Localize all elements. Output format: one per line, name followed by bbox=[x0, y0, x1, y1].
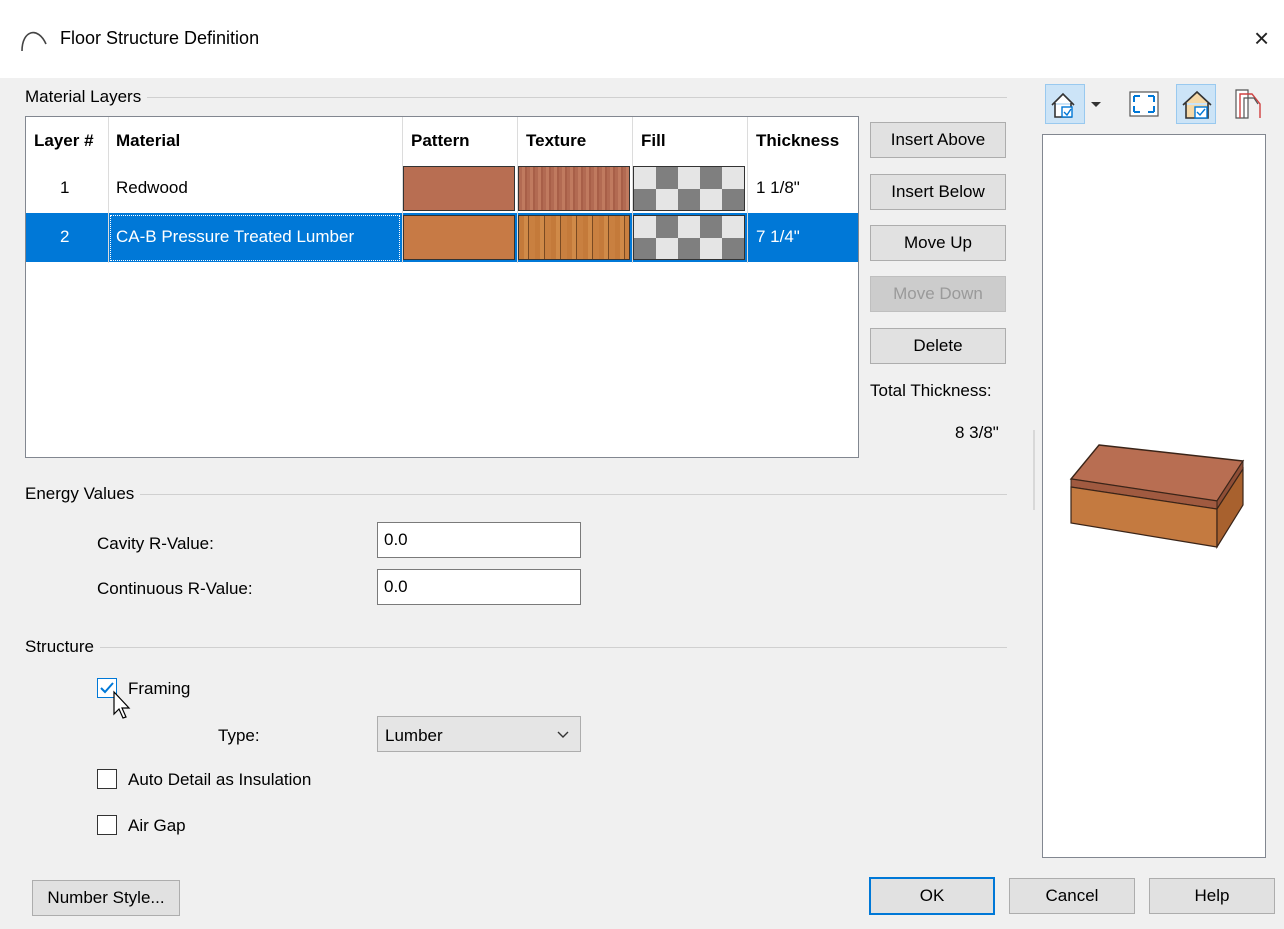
pattern-swatch[interactable] bbox=[403, 166, 515, 211]
layer-thickness: 1 1/8" bbox=[756, 178, 800, 197]
column-divider bbox=[632, 117, 633, 263]
layers-icon bbox=[1235, 89, 1261, 119]
arch-app-icon bbox=[21, 31, 47, 52]
pattern-swatch[interactable] bbox=[403, 215, 515, 260]
column-divider bbox=[517, 117, 518, 263]
col-header-texture[interactable]: Texture bbox=[526, 131, 586, 151]
col-header-fill[interactable]: Fill bbox=[641, 131, 666, 151]
number-style-button[interactable]: Number Style... bbox=[32, 880, 180, 916]
total-thickness-label: Total Thickness: bbox=[870, 381, 992, 400]
show-materials-icon bbox=[1182, 90, 1212, 119]
splitter-handle[interactable] bbox=[1033, 430, 1035, 510]
group-label-structure: Structure bbox=[25, 637, 100, 657]
fill-swatch[interactable] bbox=[633, 166, 745, 211]
group-divider bbox=[30, 647, 1007, 648]
col-header-pattern[interactable]: Pattern bbox=[411, 131, 470, 151]
group-divider bbox=[30, 97, 1007, 98]
col-header-layer[interactable]: Layer # bbox=[34, 131, 94, 151]
window-title: Floor Structure Definition bbox=[60, 28, 260, 48]
dropdown-arrow-icon[interactable] bbox=[1090, 101, 1102, 109]
framing-type-value: Lumber bbox=[385, 726, 443, 745]
view-options-button[interactable] bbox=[1045, 84, 1085, 124]
column-divider bbox=[747, 117, 748, 263]
chevron-down-icon bbox=[557, 731, 569, 738]
move-up-button[interactable]: Move Up bbox=[870, 225, 1006, 261]
close-button[interactable]: × bbox=[1254, 24, 1269, 52]
col-header-material[interactable]: Material bbox=[116, 131, 180, 151]
fill-window-button[interactable] bbox=[1124, 84, 1164, 124]
table-row[interactable]: 1 Redwood 1 1/8" bbox=[26, 164, 858, 213]
cancel-button[interactable]: Cancel bbox=[1009, 878, 1135, 914]
continuous-r-value-label: Continuous R-Value: bbox=[97, 579, 253, 598]
auto-detail-insulation-label[interactable]: Auto Detail as Insulation bbox=[128, 770, 311, 790]
move-down-button[interactable]: Move Down bbox=[870, 276, 1006, 312]
help-button[interactable]: Help bbox=[1149, 878, 1275, 914]
insert-above-button[interactable]: Insert Above bbox=[870, 122, 1006, 158]
layers-button[interactable] bbox=[1228, 84, 1268, 124]
group-label-material-layers: Material Layers bbox=[25, 87, 148, 107]
ok-button[interactable]: OK bbox=[869, 877, 995, 915]
continuous-r-value-input[interactable] bbox=[377, 569, 581, 605]
air-gap-label[interactable]: Air Gap bbox=[128, 816, 186, 836]
column-divider bbox=[402, 117, 403, 263]
framing-type-label: Type: bbox=[218, 726, 260, 745]
total-thickness-value: 8 3/8" bbox=[955, 423, 999, 442]
cavity-r-value-input[interactable] bbox=[377, 522, 581, 558]
layer-number: 1 bbox=[60, 178, 70, 197]
table-row-selected[interactable]: 2 CA-B Pressure Treated Lumber 7 1/4" bbox=[26, 213, 858, 262]
insert-below-button[interactable]: Insert Below bbox=[870, 174, 1006, 210]
fill-window-icon bbox=[1129, 91, 1159, 117]
framing-type-select[interactable]: Lumber bbox=[377, 716, 581, 752]
group-divider bbox=[30, 494, 1007, 495]
material-name: Redwood bbox=[116, 178, 188, 197]
layer-number: 2 bbox=[60, 227, 70, 246]
3d-preview-pane[interactable] bbox=[1042, 134, 1266, 858]
texture-swatch[interactable] bbox=[518, 166, 630, 211]
air-gap-checkbox[interactable] bbox=[97, 815, 117, 835]
col-header-thickness[interactable]: Thickness bbox=[756, 131, 839, 151]
group-label-energy-values: Energy Values bbox=[25, 484, 141, 504]
cavity-r-value-label: Cavity R-Value: bbox=[97, 534, 214, 553]
mouse-cursor-icon bbox=[113, 690, 131, 719]
layers-table[interactable]: Layer # Material Pattern Texture Fill Th… bbox=[25, 116, 859, 458]
delete-button[interactable]: Delete bbox=[870, 328, 1006, 364]
fill-swatch[interactable] bbox=[633, 215, 745, 260]
show-materials-button[interactable] bbox=[1176, 84, 1216, 124]
texture-swatch[interactable] bbox=[518, 215, 630, 260]
material-name: CA-B Pressure Treated Lumber bbox=[116, 227, 355, 246]
column-divider bbox=[108, 117, 109, 263]
framing-label[interactable]: Framing bbox=[128, 679, 190, 699]
layer-thickness: 7 1/4" bbox=[756, 227, 800, 246]
auto-detail-insulation-checkbox[interactable] bbox=[97, 769, 117, 789]
floor-slab-3d-preview bbox=[1069, 444, 1245, 550]
